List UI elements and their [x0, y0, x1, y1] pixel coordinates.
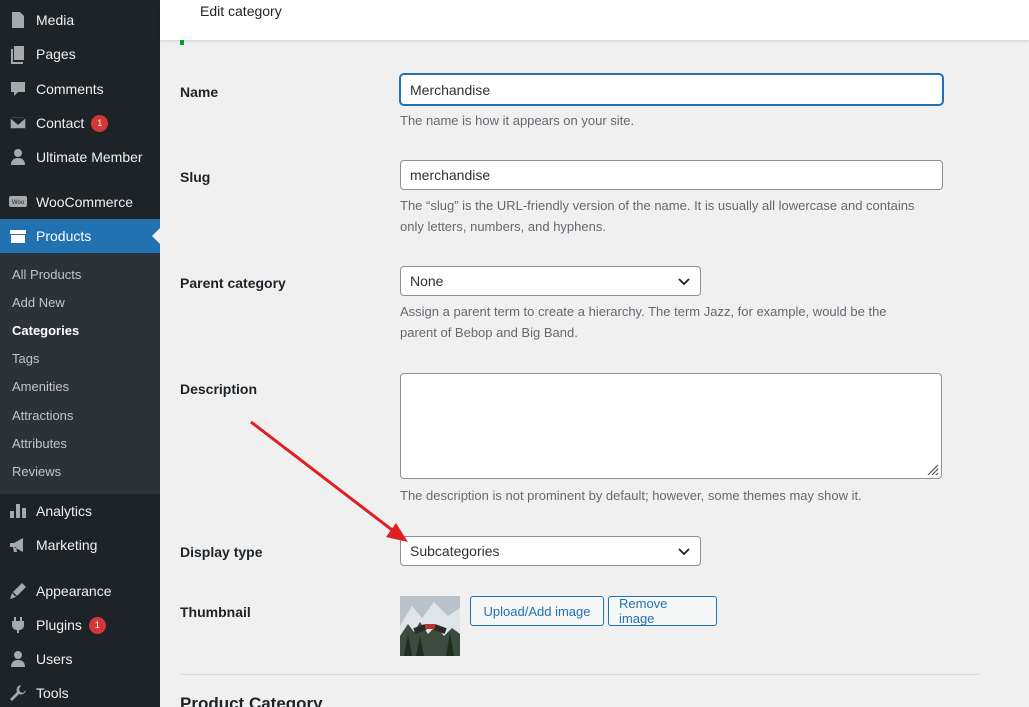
submenu-add-new[interactable]: Add New [12, 295, 65, 310]
parent-help-line2: parent of Bebop and Big Band. [400, 325, 578, 340]
thumbnail-label: Thumbnail [180, 604, 251, 620]
mail-icon [0, 113, 36, 133]
pages-icon [0, 44, 36, 64]
slug-input-value: merchandise [410, 167, 491, 183]
parent-category-select[interactable]: None [400, 266, 701, 296]
submenu-tags[interactable]: Tags [12, 351, 39, 366]
main-content: Edit category Name Merchandise The name … [160, 0, 1029, 707]
user-icon [0, 147, 36, 167]
megaphone-icon [0, 535, 36, 555]
name-label: Name [180, 84, 219, 100]
submenu-reviews[interactable]: Reviews [12, 464, 61, 479]
menu-item-contact[interactable]: Contact 1 [0, 106, 160, 140]
upload-image-button[interactable]: Upload/Add image [470, 596, 604, 626]
slug-input[interactable]: merchandise [400, 160, 943, 190]
chevron-down-icon [678, 548, 690, 556]
description-help: The description is not prominent by defa… [400, 488, 862, 503]
submenu-attractions[interactable]: Attractions [12, 408, 73, 423]
description-label: Description [180, 381, 258, 397]
display-type-select[interactable]: Subcategories [400, 536, 701, 566]
remove-image-button[interactable]: Remove image [608, 596, 717, 626]
page-title: Edit category [200, 3, 282, 19]
section-heading: Product Category [180, 694, 323, 707]
resize-handle-icon[interactable] [925, 462, 939, 476]
slug-help-line1: The “slug” is the URL-friendly version o… [400, 198, 915, 213]
notice-edge [180, 40, 184, 45]
parent-category-label: Parent category [180, 275, 286, 291]
display-type-value: Subcategories [410, 543, 500, 559]
menu-item-products[interactable]: Products [0, 219, 160, 253]
svg-text:Woo: Woo [12, 200, 25, 206]
slug-label: Slug [180, 169, 211, 185]
menu-item-marketing[interactable]: Marketing [0, 528, 160, 562]
woocommerce-icon: Woo [0, 192, 36, 212]
slug-help-line2: only letters, numbers, and hyphens. [400, 219, 606, 234]
media-icon [0, 10, 36, 30]
products-icon [0, 226, 36, 246]
description-textarea[interactable] [400, 373, 942, 479]
notification-badge: 1 [91, 114, 109, 132]
notification-badge: 1 [88, 616, 106, 634]
comments-icon [0, 79, 36, 99]
submenu-categories[interactable]: Categories [12, 323, 79, 338]
page-header: Edit category [160, 0, 1029, 40]
name-input-value: Merchandise [410, 81, 491, 98]
admin-sidebar: Media Pages Comments Contact 1 Ultimate … [0, 0, 160, 707]
appearance-icon [0, 581, 36, 601]
parent-help-line1: Assign a parent term to create a hierarc… [400, 304, 887, 319]
menu-item-tools[interactable]: Tools [0, 676, 160, 707]
parent-category-value: None [410, 273, 444, 289]
submenu-amenities[interactable]: Amenities [12, 379, 69, 394]
menu-item-analytics[interactable]: Analytics [0, 494, 160, 528]
menu-item-users[interactable]: Users [0, 642, 160, 676]
analytics-icon [0, 501, 36, 521]
menu-item-pages[interactable]: Pages [0, 37, 160, 71]
display-type-label: Display type [180, 544, 263, 560]
menu-item-media[interactable]: Media [0, 3, 160, 37]
menu-item-ultimate-member[interactable]: Ultimate Member [0, 140, 160, 174]
submenu-all-products[interactable]: All Products [12, 267, 81, 282]
thumbnail-image [400, 596, 460, 656]
section-divider [180, 674, 980, 675]
name-help: The name is how it appears on your site. [400, 113, 635, 128]
chevron-down-icon [678, 278, 690, 286]
menu-item-comments[interactable]: Comments [0, 72, 160, 106]
menu-item-appearance[interactable]: Appearance [0, 574, 160, 608]
menu-item-woocommerce[interactable]: Woo WooCommerce [0, 185, 160, 219]
plugins-icon [0, 615, 36, 635]
users-icon [0, 649, 36, 669]
products-submenu: All Products Add New Categories Tags Ame… [0, 253, 160, 494]
menu-item-plugins[interactable]: Plugins 1 [0, 608, 160, 642]
submenu-attributes[interactable]: Attributes [12, 436, 67, 451]
tools-icon [0, 683, 36, 703]
name-input[interactable]: Merchandise [400, 74, 943, 105]
